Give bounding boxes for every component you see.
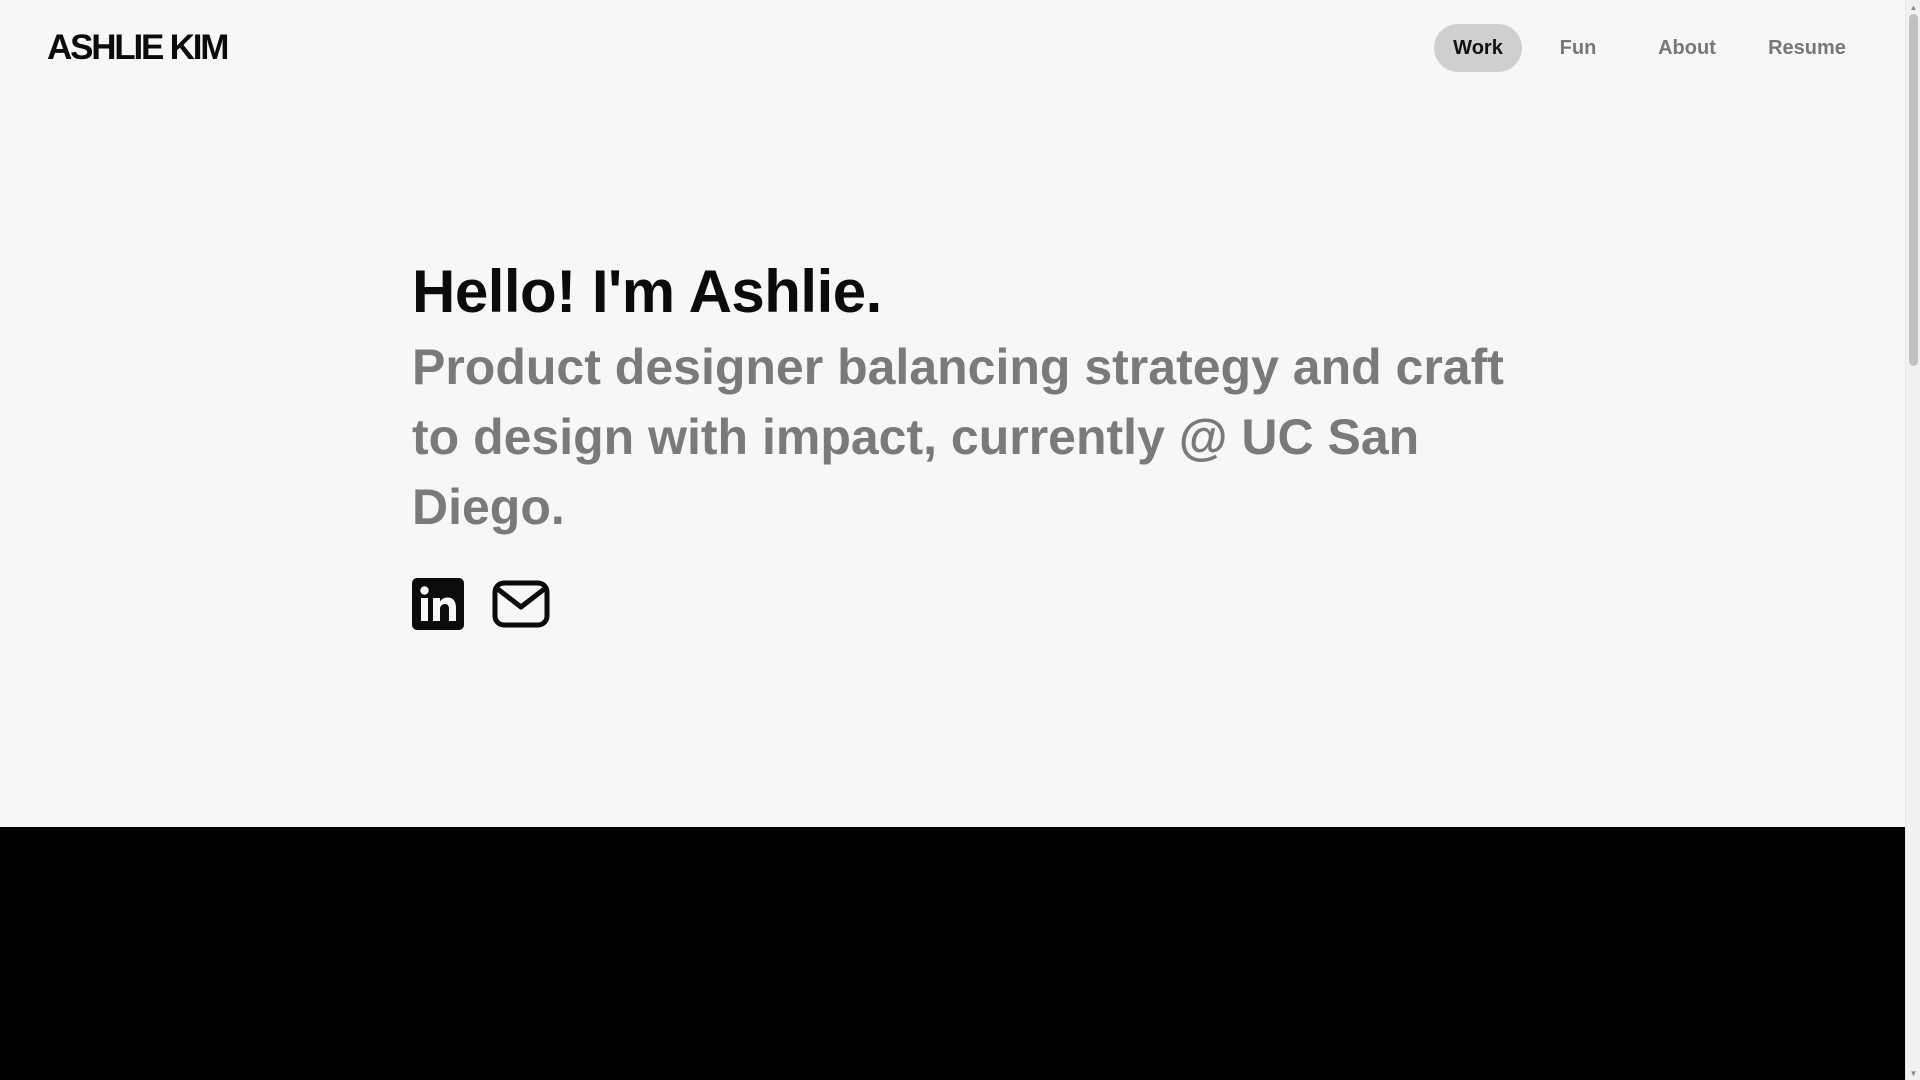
social-links bbox=[412, 578, 1512, 630]
mail-icon[interactable] bbox=[492, 580, 550, 628]
scrollbar-thumb[interactable] bbox=[1909, 14, 1918, 366]
scroll-down-icon[interactable]: ▼ bbox=[1906, 1066, 1920, 1080]
scroll-up-icon[interactable]: ▲ bbox=[1906, 0, 1920, 14]
linkedin-icon[interactable] bbox=[412, 578, 464, 630]
hero-title: Hello! I'm Ashlie. bbox=[412, 258, 882, 325]
vertical-scrollbar[interactable]: ▲ ▼ bbox=[1905, 0, 1920, 1080]
hero-subtitle: Product designer balancing strategy and … bbox=[412, 339, 1504, 535]
main-content: ASHLIE KIM Work Fun About Resume Hello! … bbox=[0, 0, 1905, 1080]
nav-about[interactable]: About bbox=[1634, 24, 1740, 72]
dark-section bbox=[0, 827, 1905, 1080]
hero-section: Hello! I'm Ashlie. Product designer bala… bbox=[412, 256, 1512, 630]
nav-fun[interactable]: Fun bbox=[1536, 24, 1620, 72]
main-nav: Work Fun About Resume bbox=[1434, 24, 1866, 72]
site-logo[interactable]: ASHLIE KIM bbox=[47, 28, 229, 68]
nav-work[interactable]: Work bbox=[1434, 24, 1522, 72]
site-header: ASHLIE KIM Work Fun About Resume bbox=[0, 0, 1905, 96]
page: ASHLIE KIM Work Fun About Resume Hello! … bbox=[0, 0, 1920, 1080]
nav-resume[interactable]: Resume bbox=[1748, 24, 1866, 72]
